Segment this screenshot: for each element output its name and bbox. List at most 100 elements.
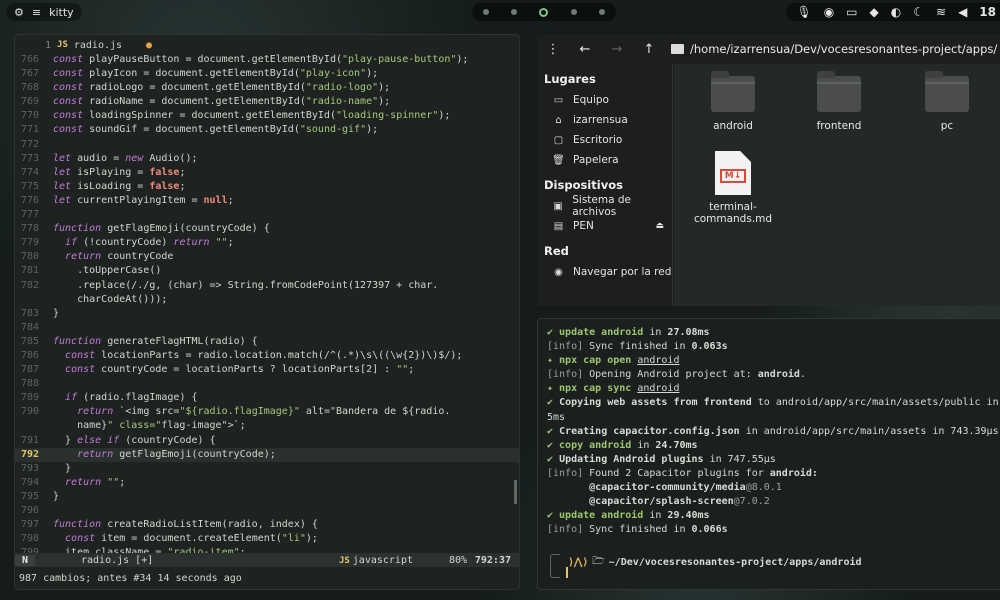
code-text[interactable]: function createRadioListItem(radio, inde…	[53, 518, 318, 532]
code-text[interactable]: }	[53, 307, 59, 321]
code-line[interactable]: 789 if (radio.flagImage) {	[15, 391, 519, 405]
file-item-folder[interactable]: android	[688, 64, 778, 132]
code-text[interactable]: const locationParts = radio.location.mat…	[53, 349, 462, 363]
code-text[interactable]: }	[53, 490, 59, 504]
up-arrow-icon[interactable]: ↑	[633, 42, 665, 57]
back-arrow-icon[interactable]: ←	[569, 42, 601, 57]
code-line[interactable]: 790 return `<img src="${radio.flagImage}…	[15, 405, 519, 419]
code-text[interactable]: return getFlagEmoji(countryCode);	[53, 448, 276, 462]
code-line[interactable]: 795}	[15, 490, 519, 504]
code-text[interactable]: const playPauseButton = document.getElem…	[53, 53, 468, 67]
code-text[interactable]: let currentPlayingItem = null;	[53, 194, 234, 208]
code-text[interactable]: const soundGif = document.getElementById…	[53, 123, 378, 137]
menu-icon[interactable]: ⋮	[537, 42, 569, 57]
menu-icon[interactable]: ≡	[32, 6, 41, 19]
file-view[interactable]: android frontend pc M↓ terminal- command…	[674, 64, 1000, 306]
code-line[interactable]: 797 function createRadioListItem(radio, i…	[15, 518, 519, 532]
file-item-markdown[interactable]: M↓ terminal- commands.md	[688, 149, 778, 225]
code-line[interactable]: 791 } else if (countryCode) {	[15, 434, 519, 448]
code-text[interactable]: let isLoading = false;	[53, 180, 185, 194]
code-line[interactable]: 793 }	[15, 462, 519, 476]
code-line[interactable]: 776 let currentPlayingItem = null;	[15, 194, 519, 208]
code-text[interactable]: charCodeAt()));	[53, 293, 167, 307]
code-text[interactable]: return countryCode	[53, 250, 173, 264]
sidebar-item[interactable]: ▭ Equipo	[537, 90, 672, 110]
code-text[interactable]: let audio = new Audio();	[53, 152, 198, 166]
file-item-folder[interactable]: pc	[902, 64, 992, 132]
clipboard-icon[interactable]: ▭	[846, 5, 857, 19]
buffer-tab[interactable]: radio.js	[74, 40, 122, 51]
workspace-dot[interactable]	[483, 9, 490, 15]
code-line[interactable]: 796	[15, 504, 519, 518]
sidebar-item[interactable]: ▣ Sistema de archivos	[537, 194, 672, 218]
code-line[interactable]: 778 function getFlagEmoji(countryCode) {	[15, 222, 519, 236]
file-item-folder[interactable]: frontend	[794, 64, 884, 132]
code-line[interactable]: 766 const playPauseButton = document.getE…	[15, 53, 519, 67]
code-text[interactable]: let isPlaying = false;	[53, 166, 185, 180]
code-line[interactable]: 794 return "";	[15, 476, 519, 490]
wifi-icon[interactable]: ≋	[936, 5, 946, 19]
sidebar-item[interactable]: ⌂ izarrensua	[537, 110, 672, 130]
code-line[interactable]: 770 const loadingSpinner = document.getEl…	[15, 109, 519, 123]
code-line[interactable]: 786 const locationParts = radio.location…	[15, 349, 519, 363]
code-line[interactable]: 769 const radioName = document.getElement…	[15, 95, 519, 109]
code-line[interactable]: 783}	[15, 307, 519, 321]
code-line[interactable]: 775 let isLoading = false;	[15, 180, 519, 194]
code-line[interactable]: 792 return getFlagEmoji(countryCode);	[15, 447, 519, 462]
code-text[interactable]: if (!countryCode) return "";	[53, 236, 234, 250]
location-path[interactable]: /home/izarrensua/Dev/vocesresonantes-pro…	[690, 42, 997, 56]
code-line[interactable]: charCodeAt()));	[15, 293, 519, 307]
code-text[interactable]: function generateFlagHTML(radio) {	[53, 335, 258, 349]
contrast-icon[interactable]: ◐	[891, 5, 901, 19]
code-text[interactable]: return `<img src="${radio.flagImage}" al…	[53, 405, 450, 419]
code-line[interactable]: 784	[15, 321, 519, 335]
code-editor-window[interactable]: 1 JS radio.js ● 766 const playPauseButton…	[14, 34, 520, 590]
code-line[interactable]: 788	[15, 377, 519, 391]
code-line[interactable]: 782 .replace(/./g, (char) => String.from…	[15, 279, 519, 293]
code-line[interactable]: 773 let audio = new Audio();	[15, 152, 519, 166]
code-line[interactable]: 785 function generateFlagHTML(radio) {	[15, 335, 519, 349]
forward-arrow-icon[interactable]: →	[601, 42, 633, 57]
code-line[interactable]: 777	[15, 208, 519, 222]
sidebar-item[interactable]: ▤ PEN ⏏	[537, 216, 672, 236]
workspace-pill[interactable]: ⚙ ≡ kitty	[6, 3, 82, 21]
code-line[interactable]: name}" class="flag-image">`;	[15, 419, 519, 433]
workspace-dot-active[interactable]	[539, 7, 549, 17]
code-line[interactable]: 768 const radioLogo = document.getElement…	[15, 81, 519, 95]
code-area[interactable]: 766 const playPauseButton = document.getE…	[15, 53, 519, 560]
workspace-dot[interactable]	[598, 9, 605, 15]
code-text[interactable]: }	[53, 462, 71, 476]
location-bar[interactable]: /home/izarrensua/Dev/vocesresonantes-pro…	[671, 42, 997, 56]
code-text[interactable]: if (radio.flagImage) {	[53, 391, 197, 405]
eye-icon[interactable]: ◉	[824, 5, 834, 19]
code-text[interactable]: const radioLogo = document.getElementByI…	[53, 81, 390, 95]
code-text[interactable]: function getFlagEmoji(countryCode) {	[53, 222, 270, 236]
code-text[interactable]: const radioName = document.getElementByI…	[53, 95, 390, 109]
mic-icon[interactable]: 🎙	[796, 5, 811, 19]
sidebar-item[interactable]: 🗑 Papelera	[537, 150, 672, 170]
night-light-icon[interactable]: ☾	[913, 5, 924, 19]
shell-prompt[interactable]: ⟩⋀⟩ 🗁 ~/Dev/vocesresonantes-project/apps…	[550, 554, 990, 580]
workspace-indicator[interactable]	[472, 3, 616, 21]
drop-icon[interactable]: ◆	[870, 5, 879, 19]
clock[interactable]: 18	[979, 5, 996, 19]
code-line[interactable]: 787 const countryCode = locationParts ? …	[15, 363, 519, 377]
code-text[interactable]: const loadingSpinner = document.getEleme…	[53, 109, 450, 123]
code-line[interactable]: 772	[15, 138, 519, 152]
code-text[interactable]: name}" class="flag-image">`;	[53, 419, 246, 433]
terminal-window[interactable]: ✔ update android in 27.08ms [info] Sync …	[537, 318, 1000, 590]
code-text[interactable]: const playIcon = document.getElementById…	[53, 67, 378, 81]
sidebar-item[interactable]: ▢ Escritorio	[537, 130, 672, 150]
code-text[interactable]: const countryCode = locationParts ? loca…	[53, 363, 414, 377]
code-text[interactable]: } else if (countryCode) {	[53, 434, 216, 448]
code-text[interactable]: .toUpperCase()	[53, 264, 161, 278]
code-text[interactable]: return "";	[53, 476, 125, 490]
code-line[interactable]: 779 if (!countryCode) return "";	[15, 236, 519, 250]
editor-scrollbar[interactable]	[514, 480, 517, 504]
code-line[interactable]: 771 const soundGif = document.getElementB…	[15, 123, 519, 137]
file-manager-window[interactable]: ⋮ ← → ↑ /home/izarrensua/Dev/vocesresona…	[537, 34, 1000, 306]
code-line[interactable]: 780 return countryCode	[15, 250, 519, 264]
code-line[interactable]: 767 const playIcon = document.getElementB…	[15, 67, 519, 81]
code-text[interactable]: .replace(/./g, (char) => String.fromCode…	[53, 279, 438, 293]
workspace-dot[interactable]	[570, 9, 577, 15]
